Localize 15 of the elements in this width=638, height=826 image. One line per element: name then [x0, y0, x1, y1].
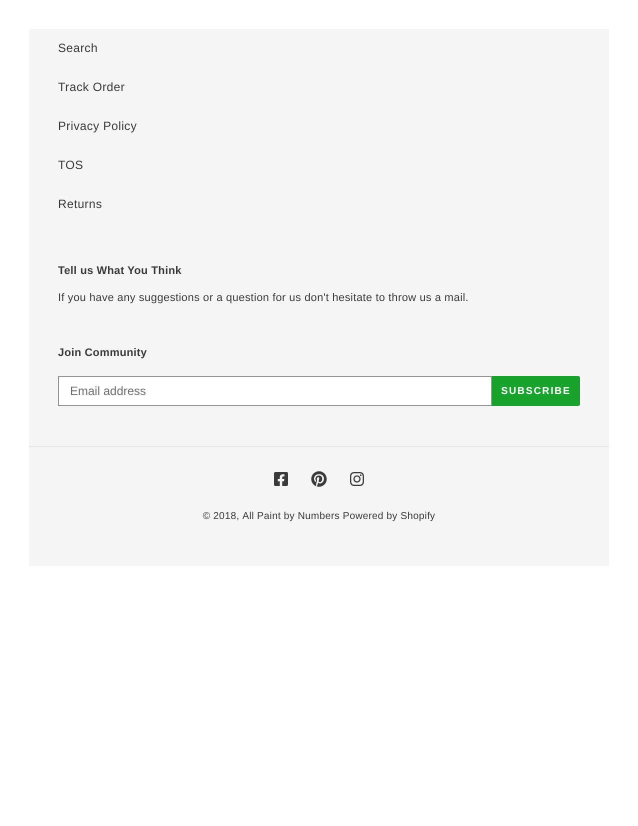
footer-link[interactable]: Returns — [58, 195, 102, 213]
powered-by-link[interactable]: Powered by Shopify — [342, 510, 436, 524]
contact-text: If you have any suggestions or a question for us don't hesitate to throw us a mail. — [58, 291, 469, 306]
footer-link[interactable]: TOS — [58, 156, 84, 174]
copyright-text: © 2018, — [202, 510, 240, 524]
footer-link[interactable]: Search — [58, 39, 98, 57]
facebook-icon[interactable] — [273, 471, 289, 487]
pinterest-icon[interactable] — [311, 471, 327, 487]
footer-link[interactable]: Privacy Policy — [58, 117, 137, 135]
section-heading: Join Community — [58, 346, 147, 361]
footer-link[interactable]: Track Order — [58, 78, 125, 96]
instagram-icon[interactable] — [349, 471, 365, 487]
section-heading: Tell us What You Think — [58, 264, 182, 279]
email-field[interactable]: Email address — [58, 376, 492, 406]
store-link[interactable]: All Paint by Numbers — [242, 510, 340, 524]
